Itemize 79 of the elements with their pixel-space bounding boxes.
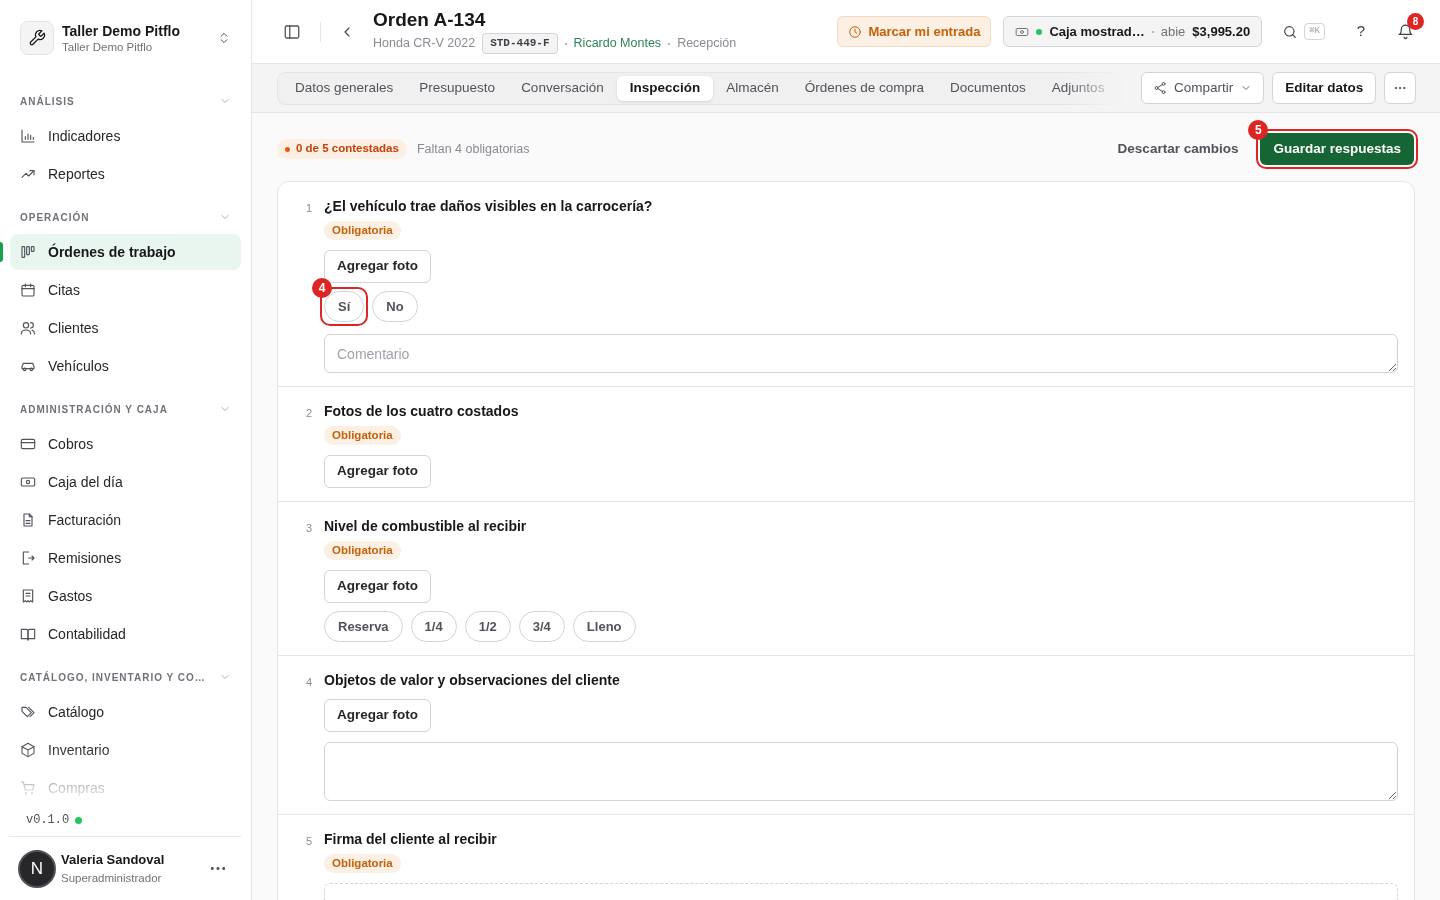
sidebar-item[interactable]: Caja del día	[10, 464, 241, 500]
required-badge: Obligatoria	[324, 426, 401, 445]
tab[interactable]: Almacén	[713, 75, 792, 101]
register-amount: $3,995.20	[1192, 22, 1251, 41]
register-name: Caja mostrad…	[1049, 22, 1145, 41]
workspace-subtitle: Taller Demo Pitflo	[62, 39, 154, 55]
callout-badge: 4	[312, 278, 332, 298]
vehicle-label: Honda CR-V 2022	[373, 35, 476, 53]
question-title: Nivel de combustible al recibir	[324, 517, 527, 535]
question-title: ¿El vehículo trae daños visibles en la carrocería?	[324, 197, 653, 215]
section-heading: ANÁLISIS	[20, 94, 75, 109]
question-number: 1	[306, 201, 314, 215]
sidebar-item[interactable]: Inventario	[10, 732, 241, 768]
sidebar-item[interactable]: Clientes	[10, 310, 241, 346]
callout-badge: 5	[1248, 120, 1269, 140]
tab[interactable]: Documentos	[937, 75, 1039, 101]
share-button[interactable]: Compartir	[1140, 72, 1265, 104]
avatar: N	[18, 849, 56, 888]
option-chip[interactable]: Sí	[324, 291, 365, 322]
sidebar-item[interactable]: Remisiones	[10, 540, 241, 576]
sidebar-item[interactable]: Facturación	[10, 502, 241, 538]
sidebar-item[interactable]: Vehículos	[10, 348, 241, 384]
tab[interactable]: Adjuntos	[1038, 75, 1118, 101]
page-title: Orden A-134	[373, 9, 487, 32]
workspace-name: Taller Demo Pitflo	[62, 21, 181, 40]
progress-badge: 0 de 5 contestadas	[277, 139, 407, 159]
required-badge: Obligatoria	[324, 221, 401, 240]
option-chip[interactable]: Reserva	[324, 611, 403, 642]
question-number: 4	[306, 675, 314, 689]
section-heading: OPERACIÓN	[20, 210, 90, 225]
tab[interactable]: Órdenes de compra	[791, 75, 938, 101]
shortcut-key: ⌘K	[1304, 22, 1325, 41]
notification-count: 8	[1407, 13, 1424, 30]
option-chip[interactable]: 3/4	[518, 611, 565, 642]
tab[interactable]: Conversación	[508, 75, 617, 101]
add-photo-button[interactable]: Agregar foto	[324, 570, 431, 603]
cash-register-button[interactable]: Caja mostrad… abie $3,995.20	[1003, 16, 1263, 47]
option-chip[interactable]: 1/2	[464, 611, 511, 642]
question-title: Objetos de valor y observaciones del cliente	[324, 671, 620, 689]
comment-field[interactable]: Comentario	[324, 334, 1398, 373]
missing-label: Faltan 4 obligatorias	[416, 140, 530, 158]
user-name: Valeria Sandoval	[61, 851, 166, 870]
option-chip[interactable]: Lleno	[572, 611, 636, 642]
option-chip[interactable]: 1/4	[410, 611, 457, 642]
clock-in-button[interactable]: Marcar mi entrada	[837, 16, 992, 47]
tab[interactable]: Inspección	[616, 75, 714, 101]
section-heading: ADMINISTRACIÓN Y CAJA	[20, 402, 168, 417]
edit-button[interactable]: Editar datos	[1272, 72, 1377, 104]
question-number: 2	[306, 406, 314, 420]
save-button[interactable]: Guardar respuestas	[1260, 133, 1414, 165]
plate-badge: STD-449-F	[482, 33, 558, 54]
required-badge: Obligatoria	[324, 854, 401, 873]
register-status: abie	[1160, 22, 1186, 41]
option-chip[interactable]: No	[372, 291, 418, 322]
sidebar-item[interactable]: Cobros	[10, 426, 241, 462]
tab[interactable]: Datos generales	[282, 75, 407, 101]
user-role: Superadministrador	[61, 870, 163, 886]
sidebar-item[interactable]: Indicadores	[10, 118, 241, 154]
help-button[interactable]: ?	[1353, 20, 1369, 43]
sidebar-item[interactable]: Gastos	[10, 578, 241, 614]
sidebar-item[interactable]: Catálogo	[10, 694, 241, 730]
version-label: v0.1.0	[26, 812, 70, 829]
sidebar-item[interactable]: Órdenes de trabajo	[10, 234, 241, 270]
tab[interactable]: Presupuesto	[406, 75, 509, 101]
add-photo-button[interactable]: Agregar foto	[324, 250, 431, 283]
advisor-link[interactable]: Ricardo Montes	[573, 34, 662, 53]
question-number: 3	[306, 521, 314, 535]
add-photo-button[interactable]: Agregar foto	[324, 699, 431, 732]
required-badge: Obligatoria	[324, 541, 401, 560]
question-number: 5	[306, 834, 314, 848]
add-photo-button[interactable]: Agregar foto	[324, 455, 431, 488]
sidebar-item[interactable]: Contabilidad	[10, 616, 241, 652]
section-heading: CATÁLOGO, INVENTARIO Y CO…	[20, 670, 206, 685]
stage-label: Recepción	[677, 35, 737, 53]
question-title: Firma del cliente al recibir	[324, 830, 497, 848]
discard-button[interactable]: Descartar cambios	[1117, 138, 1239, 160]
sidebar-item[interactable]: Citas	[10, 272, 241, 308]
question-title: Fotos de los cuatro costados	[324, 402, 519, 420]
sidebar-item[interactable]: Reportes	[10, 156, 241, 192]
